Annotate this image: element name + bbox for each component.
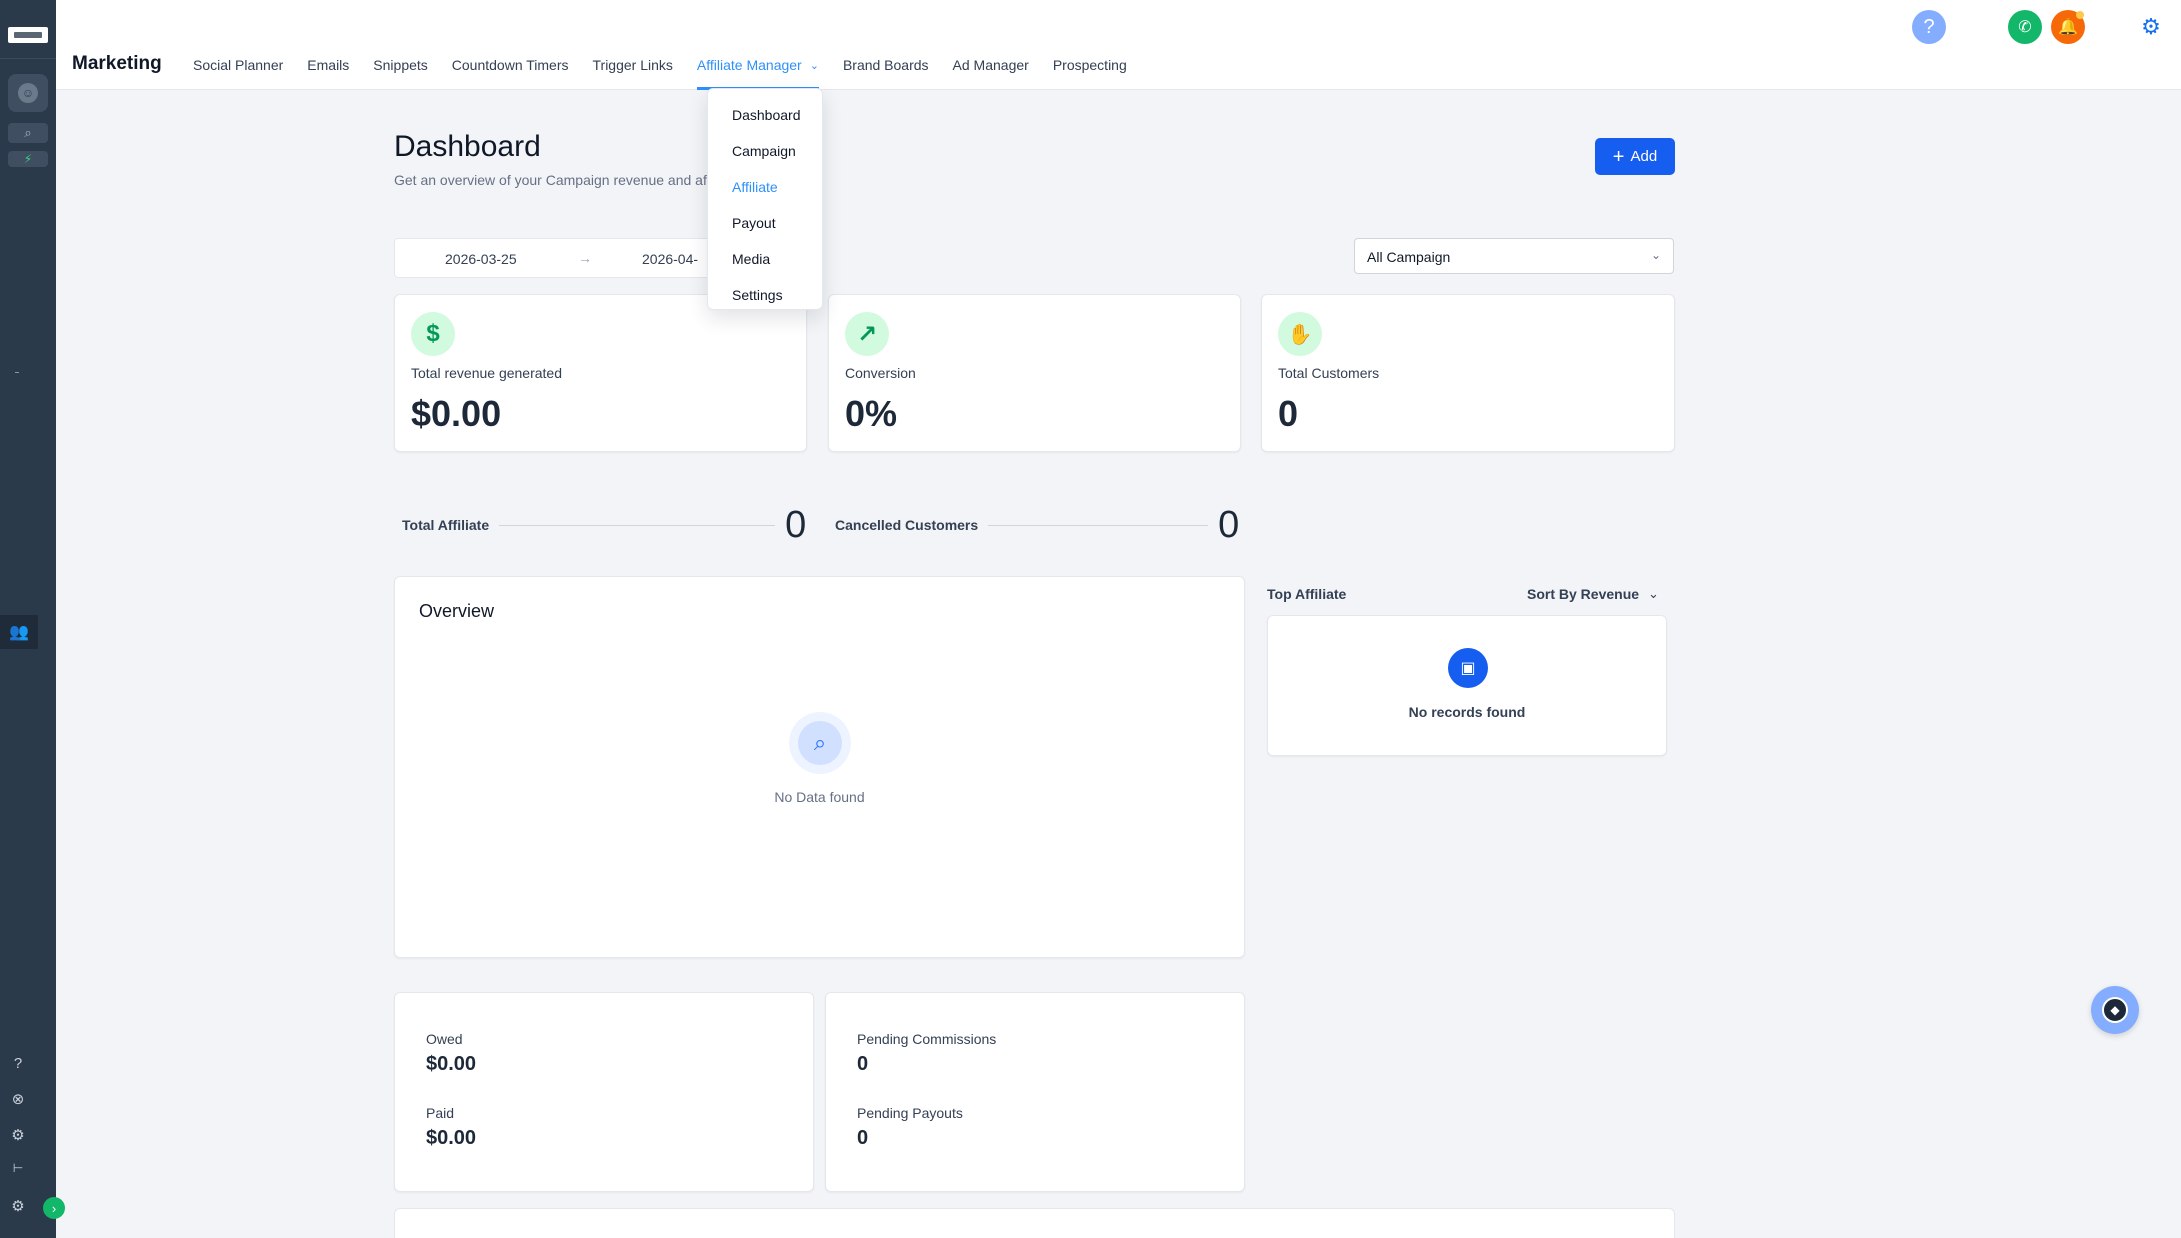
bell-icon[interactable]: 🔔 — [2051, 10, 2085, 44]
expand-sidebar-icon[interactable]: › — [43, 1197, 65, 1219]
chevron-down-icon: ⌄ — [1650, 248, 1661, 262]
gear-icon[interactable]: ⚙ — [8, 1125, 28, 1145]
stat-card-conversion: ↗ Conversion 0% — [828, 294, 1241, 452]
pending-commissions-value: 0 — [857, 1053, 869, 1075]
file-x-icon: ▣ — [1448, 648, 1488, 688]
date-start[interactable]: 2026-03-25 — [445, 251, 517, 267]
stat-value: 0% — [845, 393, 898, 434]
date-range-picker[interactable]: 2026-03-25 → 2026-04- — [394, 238, 714, 278]
sidebar-divider — [0, 58, 56, 59]
nav-affiliate-manager-label: Affiliate Manager — [696, 57, 802, 73]
dropdown-item-media[interactable]: Media — [708, 241, 822, 277]
owed-paid-card: Owed $0.00 Paid $0.00 — [394, 992, 814, 1192]
add-button[interactable]: + Add — [1595, 138, 1675, 175]
nav-social-planner[interactable]: Social Planner — [181, 0, 295, 90]
team-icon[interactable]: 👥 — [0, 615, 38, 649]
chevron-down-icon: ⌄ — [809, 59, 819, 72]
pending-commissions-label: Pending Commissions — [857, 1031, 997, 1047]
top-affiliate-card: ▣ No records found — [1267, 615, 1667, 756]
user-icon: ☺ — [18, 83, 38, 103]
tools-icon[interactable]: ⊢ — [8, 1158, 28, 1178]
divider-line — [988, 524, 1209, 526]
settings-icon[interactable]: ⚙ — [8, 1196, 28, 1216]
dropdown-item-dashboard[interactable]: Dashboard — [708, 97, 822, 133]
nav-brand-boards[interactable]: Brand Boards — [831, 0, 941, 90]
sort-by-dropdown[interactable]: Sort By Revenue — [1527, 586, 1639, 602]
stat-value: 0 — [1278, 393, 1299, 434]
nav-affiliate-manager[interactable]: Affiliate Manager ⌄ — [685, 0, 831, 90]
settings-gear-icon[interactable]: ⚙ — [2134, 12, 2168, 42]
top-bar: Marketing Social Planner Emails Snippets… — [56, 0, 2181, 90]
nav-emails[interactable]: Emails — [295, 0, 361, 90]
overview-empty-text: No Data found — [774, 789, 865, 805]
date-end[interactable]: 2026-04- — [642, 251, 698, 267]
dropdown-item-settings[interactable]: Settings — [708, 277, 822, 313]
total-affiliate-label: Total Affiliate — [402, 517, 490, 533]
pending-card: Pending Commissions 0 Pending Payouts 0 — [825, 992, 1245, 1192]
overview-title: Overview — [419, 601, 495, 621]
hand-coins-icon: ✋ — [1278, 312, 1322, 356]
nav-snippets[interactable]: Snippets — [361, 0, 439, 90]
magnifier-icon: ⌕ — [798, 721, 842, 765]
stat-card-customers: ✋ Total Customers 0 — [1261, 294, 1675, 452]
close-circle-icon[interactable]: ⊗ — [8, 1089, 28, 1109]
stat-label: Total revenue generated — [411, 365, 562, 381]
dropdown-item-affiliate[interactable]: Affiliate — [708, 169, 822, 205]
divider-line — [499, 524, 776, 526]
cancelled-customers-label: Cancelled Customers — [835, 517, 979, 533]
chat-icon: ◆ — [2102, 997, 2128, 1023]
affiliate-manager-dropdown: Dashboard Campaign Affiliate Payout Medi… — [707, 88, 823, 310]
lightning-icon[interactable]: ⚡ — [8, 151, 48, 167]
cancelled-customers-value: 0 — [1218, 503, 1240, 546]
chat-widget-button[interactable]: ◆ — [2091, 986, 2139, 1034]
dropdown-item-campaign[interactable]: Campaign — [708, 133, 822, 169]
nav-countdown-timers[interactable]: Countdown Timers — [440, 0, 581, 90]
nav-trigger-links[interactable]: Trigger Links — [581, 0, 685, 90]
notification-dot — [2076, 11, 2084, 19]
app-title: Marketing — [72, 53, 162, 74]
nav-prospecting[interactable]: Prospecting — [1041, 0, 1139, 90]
left-sidebar: ☺ ⌕ ⚡ 👥 ? ⊗ ⚙ ⊢ ⚙ › — [0, 0, 65, 1238]
owed-label: Owed — [426, 1031, 463, 1047]
stat-label: Conversion — [845, 365, 916, 381]
add-button-label: Add — [1630, 148, 1658, 165]
stat-value: $0.00 — [411, 393, 502, 434]
nav-ad-manager[interactable]: Ad Manager — [941, 0, 1041, 90]
phone-icon[interactable]: ✆ — [2008, 10, 2042, 44]
top-nav: Social Planner Emails Snippets Countdown… — [181, 0, 1139, 90]
company-logo[interactable] — [8, 27, 48, 43]
top-affiliate-empty-text: No records found — [1408, 704, 1526, 720]
campaign-select-value: All Campaign — [1367, 249, 1451, 265]
total-affiliate-stat: Total Affiliate 0 — [402, 503, 808, 546]
campaign-select[interactable]: All Campaign ⌄ — [1354, 238, 1674, 274]
page-title: Dashboard — [394, 130, 541, 163]
chevron-down-icon[interactable]: ⌄ — [1648, 586, 1659, 602]
paid-label: Paid — [426, 1105, 455, 1121]
plus-icon: + — [1612, 145, 1625, 168]
help-icon[interactable]: ? — [8, 1053, 28, 1073]
arrow-right-icon: → — [578, 250, 592, 266]
dollar-icon: $ — [411, 312, 455, 356]
help-icon[interactable]: ? — [1912, 10, 1946, 44]
top-affiliate-label: Top Affiliate — [1267, 586, 1347, 602]
overview-card: Overview ⌕ No Data found — [394, 576, 1245, 958]
search-icon[interactable]: ⌕ — [8, 123, 48, 143]
pending-payouts-value: 0 — [857, 1127, 869, 1149]
pending-payouts-label: Pending Payouts — [857, 1105, 963, 1121]
cancelled-customers-stat: Cancelled Customers 0 — [835, 503, 1241, 546]
account-switcher[interactable]: ☺ — [8, 74, 48, 112]
owed-value: $0.00 — [426, 1053, 477, 1075]
dropdown-item-payout[interactable]: Payout — [708, 205, 822, 241]
empty-state-icon: ⌕ — [789, 712, 851, 774]
sidebar-marker — [15, 372, 19, 373]
paid-value: $0.00 — [426, 1127, 477, 1149]
stat-card-revenue: $ Total revenue generated $0.00 — [394, 294, 807, 452]
trend-up-icon: ↗ — [845, 312, 889, 356]
bottom-card — [394, 1208, 1675, 1238]
stat-label: Total Customers — [1278, 365, 1380, 381]
total-affiliate-value: 0 — [785, 503, 807, 546]
